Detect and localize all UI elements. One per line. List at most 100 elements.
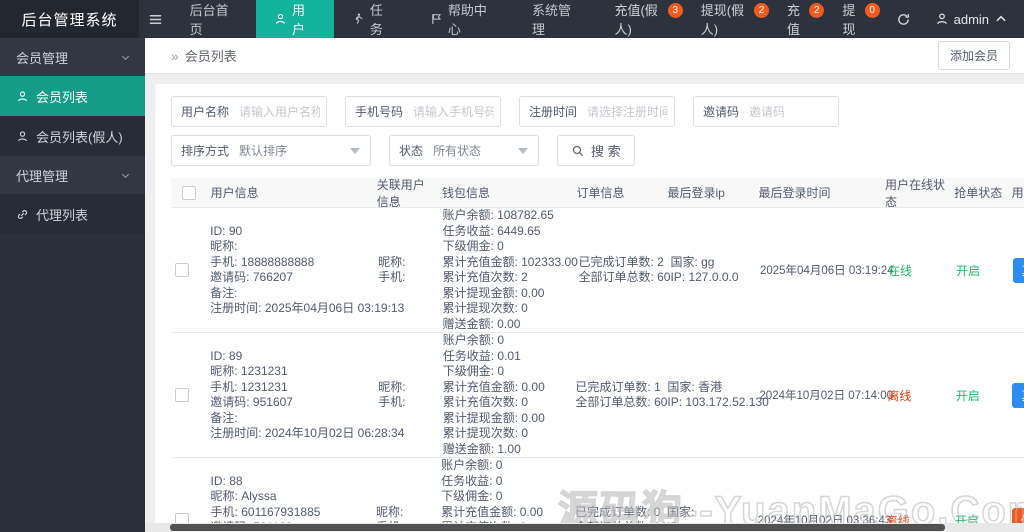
status-select-value: 所有状态 xyxy=(433,144,482,158)
register-time-filter: 注册时间 xyxy=(519,96,675,127)
info-line: 昵称: 1231231 xyxy=(210,364,288,378)
refresh-icon[interactable] xyxy=(882,0,925,38)
walking-person-icon xyxy=(355,13,363,24)
breadcrumb-bar: » 会员列表 添加会员 xyxy=(145,38,1024,74)
phone-input[interactable] xyxy=(407,104,500,119)
info-line: 累计提现金额: 0.00 xyxy=(442,285,545,300)
nav-item-tasks[interactable]: 任务 xyxy=(334,0,412,38)
related-info-cell: 昵称:手机: xyxy=(374,255,438,286)
header-grab-state: 抢单状态 xyxy=(954,186,1003,200)
info-line: 赠送金额: 0.00 xyxy=(442,316,521,331)
sidebar-group-agent-management[interactable]: 代理管理 xyxy=(0,156,145,194)
breadcrumb: » 会员列表 xyxy=(171,47,237,65)
nav-item-dashboard[interactable]: 后台首页 xyxy=(172,0,256,38)
username-input[interactable] xyxy=(233,104,326,119)
wallet-info-cell: 账户余额: 0任务收益: 0下级佣金: 0累计充值金额: 0.00累计充值次数:… xyxy=(437,458,571,532)
horizontal-scrollbar-track[interactable] xyxy=(145,523,1024,532)
nav-item-system[interactable]: 系统管理 xyxy=(514,0,598,38)
header-wallet-info: 钱包信息 xyxy=(442,186,491,200)
info-line: 累计充值金额: 0.00 xyxy=(442,379,545,394)
row-checkbox[interactable] xyxy=(175,263,189,277)
withdraw-fake-badge: 2 xyxy=(754,3,770,18)
recharge-fake-badge: 3 xyxy=(667,3,683,18)
wallet-info-cell: 账户余额: 0 任务收益: 0.01 下级佣金: 0 累计充值金额: 0.00 累计充值… xyxy=(439,333,572,457)
status-select[interactable]: 状态 所有状态 xyxy=(389,135,539,166)
recharge-shortcut[interactable]: 充值 2 xyxy=(771,0,826,38)
info-line: 累计提现金额: 0.00 xyxy=(442,410,545,425)
username-filter: 用户名称 xyxy=(171,96,327,127)
recharge-badge: 2 xyxy=(809,3,825,18)
header-last-login: 最后登录时间 xyxy=(758,186,831,200)
table-row: ID: 90 昵称: 手机: 18888888888 邀请码: 766207 备注: 注册… xyxy=(171,208,1024,333)
header-order-info: 订单信息 xyxy=(576,186,625,200)
info-line: 邀请码: 951607 xyxy=(210,395,293,409)
info-line: ID: 89 xyxy=(210,348,243,363)
info-line: 账户余额: 108782.65 xyxy=(442,208,554,222)
dropdown-caret-icon xyxy=(518,147,528,154)
search-icon xyxy=(572,145,584,156)
info-line: IP: 127.0.0.0 xyxy=(670,270,739,284)
sidebar-item-agent-list[interactable]: 代理列表 xyxy=(0,194,145,234)
hamburger-menu-icon[interactable] xyxy=(139,0,172,38)
withdraw-shortcut[interactable]: 提现 0 xyxy=(826,0,881,38)
sidebar-item-member-list-fake[interactable]: 会员列表(假人) xyxy=(0,116,145,156)
breadcrumb-icon: » xyxy=(171,47,179,64)
info-line: 任务收益: 0.01 xyxy=(442,348,521,363)
nav-item-help-center[interactable]: 帮助中心 xyxy=(412,0,514,38)
nav-item-users[interactable]: 用户 xyxy=(256,0,334,38)
sidebar: 会员管理 会员列表 会员列表(假人) 代理管理 代理列表 xyxy=(0,38,145,532)
info-line: 注册时间: 2024年10月02日 06:28:34 xyxy=(210,426,405,440)
user-type-button[interactable]: 真人 xyxy=(1012,382,1024,408)
sort-select[interactable]: 排序方式 默认排序 xyxy=(171,135,371,166)
topbar-right: 充值(假人) 3 提现(假人) 2 充值 2 提现 0 admin xyxy=(598,0,1024,38)
info-line: ID: 88 xyxy=(210,473,243,488)
user-icon xyxy=(17,90,28,101)
info-line: 累计充值次数: 0 xyxy=(442,395,529,409)
info-line: 累计充值金额: 102333.00 xyxy=(442,254,578,269)
user-type-button[interactable]: 真人 xyxy=(1012,257,1024,283)
add-member-button[interactable]: 添加会员 xyxy=(937,41,1010,70)
order-info-cell: 已完成订单数: 1 全部订单总数: 60 xyxy=(571,379,668,411)
info-line: 邀请码: 766207 xyxy=(210,270,293,284)
filter-row-2: 排序方式 默认排序 状态 所有状态 搜 索 xyxy=(171,135,1024,166)
recharge-fake-shortcut[interactable]: 充值(假人) 3 xyxy=(598,0,684,38)
info-line: 下级佣金: 0 xyxy=(442,239,504,253)
info-line: 已完成订单数: 1 xyxy=(575,379,661,394)
flag-icon xyxy=(432,14,442,24)
sidebar-group-member-management[interactable]: 会员管理 xyxy=(0,38,145,76)
info-line: 账户余额: 0 xyxy=(441,458,503,472)
info-line: 昵称: Alyssa xyxy=(210,489,277,503)
admin-user-menu[interactable]: admin xyxy=(925,0,1024,38)
table-body: ID: 90 昵称: 手机: 18888888888 邀请码: 766207 备注: 注册… xyxy=(171,208,1024,532)
header-last-ip: 最后登录ip xyxy=(667,186,725,200)
search-button[interactable]: 搜 索 xyxy=(557,135,635,166)
info-line: 全部订单总数: 60 xyxy=(578,270,671,284)
horizontal-scrollbar-thumb[interactable] xyxy=(170,524,945,531)
withdraw-fake-shortcut[interactable]: 提现(假人) 2 xyxy=(685,0,771,38)
info-line: 全部订单总数: 60 xyxy=(575,395,668,409)
main-nav: 后台首页 用户 任务 帮助中心 系统管理 xyxy=(172,0,599,38)
user-icon xyxy=(936,13,947,25)
user-icon xyxy=(275,13,286,24)
info-line: 下级佣金: 0 xyxy=(442,364,505,378)
register-time-input[interactable] xyxy=(581,104,674,119)
sidebar-item-member-list[interactable]: 会员列表 xyxy=(0,76,145,116)
last-ip-cell: 国家: 香港 IP: 103.172.52.130 xyxy=(663,380,768,411)
invite-code-input[interactable] xyxy=(743,104,838,119)
info-line: 手机: xyxy=(378,395,406,409)
select-all-checkbox[interactable] xyxy=(181,185,196,200)
info-line: 已完成订单数: 0 xyxy=(575,504,661,519)
info-line: 任务收益: 0 xyxy=(441,473,503,488)
last-login-cell: 2025年04月06日 03:19:24 xyxy=(759,265,894,277)
table-header: 用户信息 关联用户信息 钱包信息 订单信息 最后登录ip 最后登录时间 用户在线… xyxy=(171,178,1024,209)
info-line: 昵称: xyxy=(378,379,406,394)
last-ip-cell: 国家: gg IP: 127.0.0.0 xyxy=(666,255,756,286)
info-line: 累计充值金额: 0.00 xyxy=(441,504,544,519)
info-line: 备注: xyxy=(210,285,238,300)
info-line: 已完成订单数: 2 xyxy=(578,254,664,269)
row-checkbox[interactable] xyxy=(175,388,189,402)
withdraw-badge: 0 xyxy=(864,3,880,18)
online-status: 在线 xyxy=(887,263,912,278)
info-line: 手机: xyxy=(378,270,406,284)
related-info-cell: 昵称:手机: xyxy=(374,380,438,411)
